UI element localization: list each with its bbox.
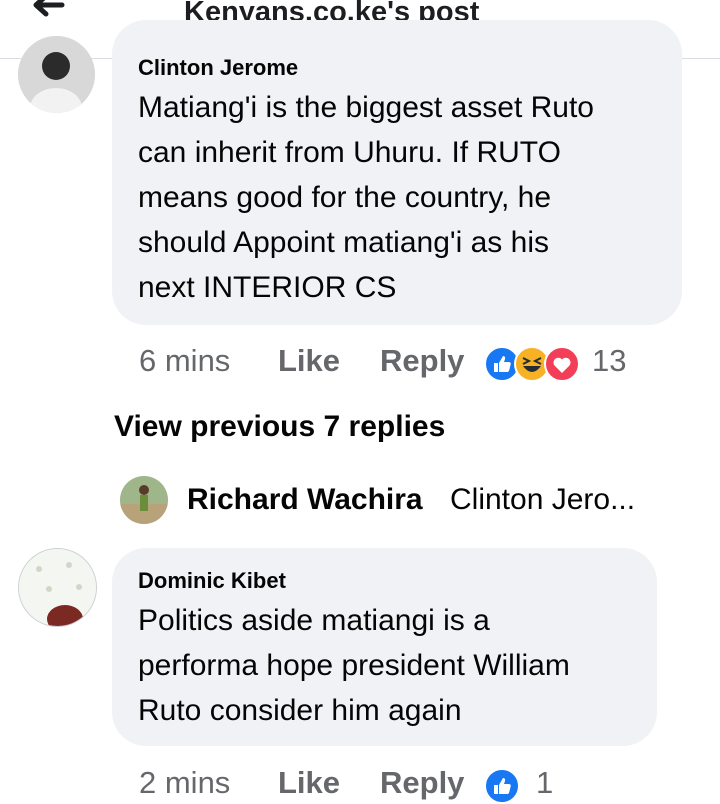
comment-line: Matiang'i is the biggest asset Ruto xyxy=(138,91,594,124)
comment-author[interactable]: Clinton Jerome xyxy=(138,55,298,81)
avatar[interactable] xyxy=(120,476,168,524)
avatar[interactable] xyxy=(18,36,95,113)
comment-line: can inherit from Uhuru. If RUTO xyxy=(138,136,561,169)
comment-line: Ruto consider him again xyxy=(138,694,462,727)
comment-timestamp: 6 mins xyxy=(139,343,231,378)
reaction-count: 1 xyxy=(536,765,554,800)
reply-button[interactable]: Reply xyxy=(380,765,464,801)
reply-snippet[interactable]: Clinton Jero... xyxy=(450,483,635,517)
comment-author[interactable]: Dominic Kibet xyxy=(138,568,286,594)
comment-line: should Appoint matiang'i as his xyxy=(138,226,549,259)
comment-text: Matiang'i is the biggest asset Ruto can … xyxy=(138,85,678,310)
back-arrow-icon[interactable] xyxy=(28,0,68,24)
user-photo-icon xyxy=(120,476,168,524)
like-button[interactable]: Like xyxy=(278,765,340,801)
reaction-count: 13 xyxy=(592,343,627,378)
avatar[interactable] xyxy=(18,548,97,627)
comment-actions: 6 mins Like Reply 13 xyxy=(0,340,720,382)
comment-line: performa hope president William xyxy=(138,649,570,682)
comment-timestamp: 2 mins xyxy=(139,765,231,800)
user-photo-icon xyxy=(19,549,96,626)
user-photo-icon xyxy=(18,36,95,113)
reply-author[interactable]: Richard Wachira xyxy=(187,483,423,517)
like-icon xyxy=(484,768,520,804)
like-button[interactable]: Like xyxy=(278,343,340,379)
comment-line: Politics aside matiangi is a xyxy=(138,604,490,637)
love-icon xyxy=(544,346,580,382)
comment-line: means good for the country, he xyxy=(138,181,552,214)
reactions-summary[interactable]: 1 xyxy=(484,765,564,804)
comment-line: next INTERIOR CS xyxy=(138,271,397,304)
reply-button[interactable]: Reply xyxy=(380,343,464,379)
comment-actions: 2 mins Like Reply 1 xyxy=(0,762,720,804)
view-previous-replies-link[interactable]: View previous 7 replies xyxy=(114,410,445,444)
comment-text: Politics aside matiangi is a performa ho… xyxy=(138,598,653,733)
reactions-summary[interactable]: 13 xyxy=(484,343,634,382)
